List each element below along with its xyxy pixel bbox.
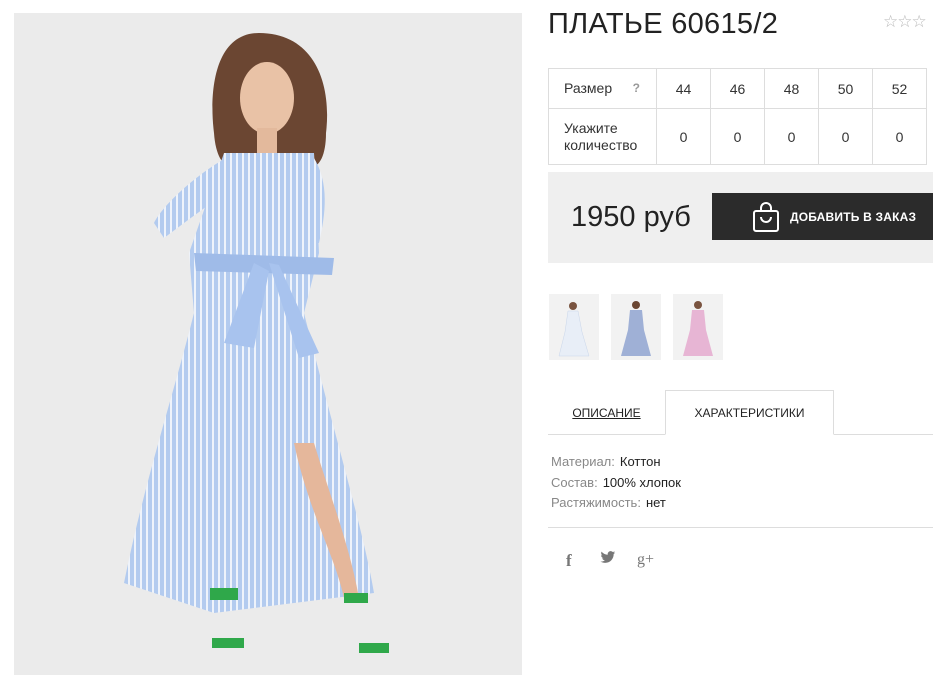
quantity-label-line2: количество [564,136,638,153]
add-to-order-label: ДОБАВИТЬ В ЗАКАЗ [790,209,917,224]
size-row: Размер ? 44 46 48 50 52 [548,68,927,109]
quantity-input-48[interactable]: 0 [764,108,819,165]
twitter-icon[interactable] [600,551,616,568]
size-label: Размер [564,80,613,96]
price-amount: 1950 руб [571,201,691,233]
thumbnail-blue-striped[interactable] [611,294,661,360]
quantity-input-52[interactable]: 0 [872,108,927,165]
thumbnail-white-blue[interactable] [549,294,599,360]
list-item: Материал: Коттон [551,452,681,473]
rating-stars-icon[interactable]: ☆☆☆ [883,13,927,31]
quantity-row: Укажите количество 0 0 0 0 0 [548,108,927,165]
size-46: 46 [710,68,765,109]
size-48: 48 [764,68,819,109]
characteristic-key: Растяжимость: [551,495,641,510]
quantity-input-46[interactable]: 0 [710,108,765,165]
quantity-label: Укажите количество [548,108,657,165]
characteristic-value: 100% хлопок [602,474,681,490]
product-main-photo[interactable] [14,13,522,675]
characteristic-value: нет [645,495,666,510]
thumbnail-pink[interactable] [673,294,723,360]
list-item: Растяжимость: нет [551,493,681,514]
quantity-input-50[interactable]: 0 [818,108,873,165]
quantity-input-44[interactable]: 0 [656,108,711,165]
facebook-icon[interactable]: f [566,551,572,571]
tab-description[interactable]: ОПИСАНИЕ [548,391,665,435]
size-label-cell: Размер ? [548,68,657,109]
characteristic-key: Состав: [551,474,598,490]
quantity-label-line1: Укажите [564,119,618,136]
characteristic-key: Материал: [551,454,615,469]
list-item: Состав: 100% хлопок [551,473,681,494]
size-help-icon[interactable]: ? [633,80,640,97]
size-table: Размер ? 44 46 48 50 52 Укажите количест… [548,68,927,165]
product-title: ПЛАТЬЕ 60615/2 [548,8,779,40]
characteristics-list: Материал: Коттон Состав: 100% хлопок Растя… [551,452,681,514]
divider [548,527,933,528]
shopping-bag-icon [753,201,779,232]
characteristic-value: Коттон [619,454,661,469]
tab-characteristics[interactable]: ХАРАКТЕРИСТИКИ [665,390,834,435]
add-to-order-button[interactable]: ДОБАВИТЬ В ЗАКАЗ [712,193,933,240]
size-44: 44 [656,68,711,109]
price-panel: 1950 руб ДОБАВИТЬ В ЗАКАЗ [548,172,933,263]
size-50: 50 [818,68,873,109]
googleplus-icon[interactable]: g+ [637,551,654,569]
size-52: 52 [872,68,927,109]
